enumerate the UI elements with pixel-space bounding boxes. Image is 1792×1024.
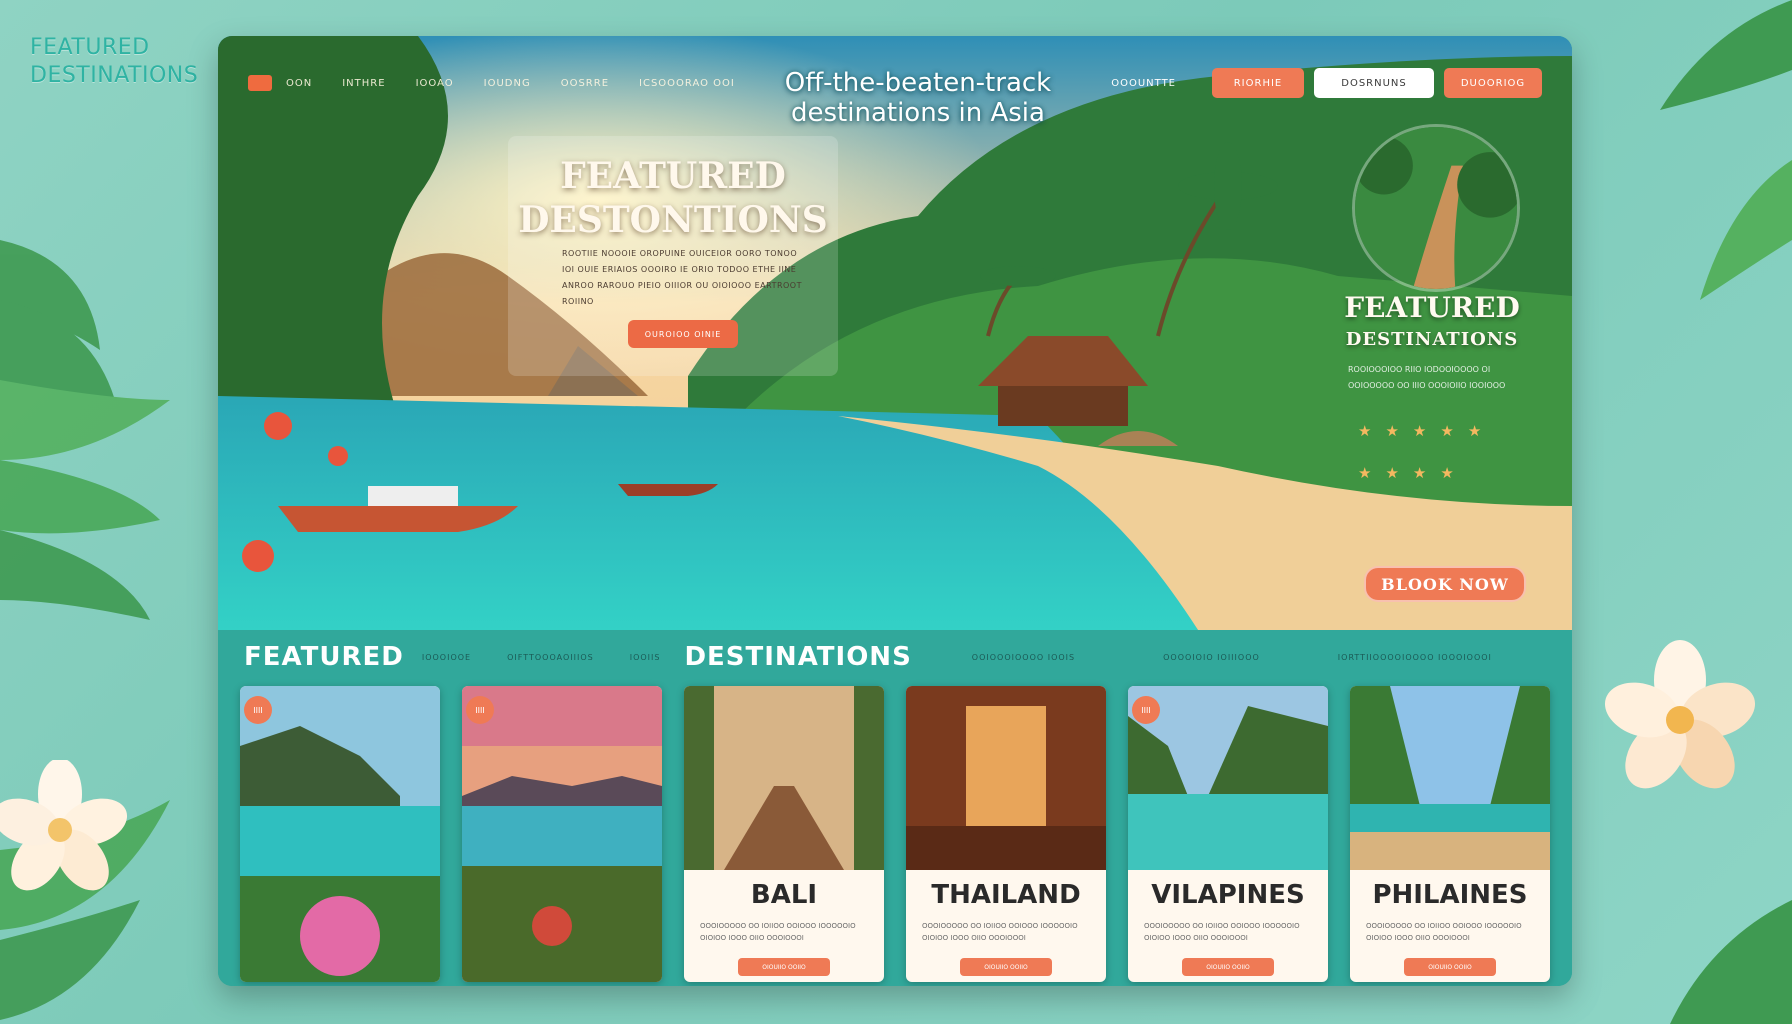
card-image: [240, 686, 440, 982]
nav-link-1[interactable]: OON: [286, 78, 312, 89]
card-description: OOOIOOOOO OO IOIIOO OOIOOO IOOOOOIO OIOI…: [700, 922, 856, 942]
star-icon: ★: [1440, 422, 1454, 440]
destination-card-bali[interactable]: BALI OOOIOOOOO OO IOIIOO OOIOOO IOOOOOIO…: [684, 686, 884, 982]
section-heading-featured: FEATURED: [244, 642, 404, 672]
logo-icon[interactable]: [248, 75, 272, 91]
card-title: BALI: [750, 880, 818, 910]
nav-button-1[interactable]: RIORHIE: [1212, 68, 1304, 98]
destination-card[interactable]: IIII: [462, 686, 662, 982]
plumeria-flower-left-icon: [0, 760, 128, 891]
card-button[interactable]: OIOUIIO OOIIO: [1404, 958, 1496, 976]
star-icon: ★: [1358, 422, 1372, 440]
card-image: [906, 686, 1106, 870]
card-title: PHILAINES: [1372, 880, 1528, 910]
hero-tagline-line-1: Off-the-beaten-track: [784, 68, 1052, 98]
nav-button-3[interactable]: DUOORIOG: [1444, 68, 1542, 98]
star-icon: ★: [1440, 464, 1454, 482]
jungle-path-image: [1352, 124, 1520, 292]
nav-button-destinations[interactable]: DOSRNUNS: [1314, 68, 1434, 98]
destination-card-philaines[interactable]: PHILAINES OOOIOOOOO OO IOIIOO OOIOOO IOO…: [1350, 686, 1550, 982]
card-image: [462, 686, 662, 982]
card-badge: IIII: [244, 696, 272, 724]
star-icon: ★: [1385, 422, 1399, 440]
nav-actions: OOOUNTTE RIORHIE DOSRNUNS DUOORIOG: [1111, 68, 1542, 98]
hero-title-line-2: DESTONTIONS: [518, 199, 828, 241]
nav-link-3[interactable]: IOOAO: [416, 78, 454, 89]
destination-card[interactable]: IIII: [240, 686, 440, 982]
card-button[interactable]: OIOUIIO OOIIO: [960, 958, 1052, 976]
section-caption-3: IOOIIS: [629, 652, 661, 662]
card-badge: IIII: [466, 696, 494, 724]
section-header: FEATURED IOOOIOOE OIFTTOOOAOIIIOS IOOIIS…: [244, 642, 1552, 672]
palm-leaf-right-icon: [1660, 0, 1792, 300]
website-mockup: OON INTHRE IOOAO IOUDNG OOSRRE ICSOOORAO…: [218, 36, 1572, 986]
card-description: OOOIOOOOO OO IOIIOO OOIOOO IOOOOOIO OIOI…: [1366, 922, 1522, 942]
book-now-button[interactable]: BLOOK NOW: [1364, 566, 1526, 602]
featured-destinations-section: FEATURED IOOOIOOE OIFTTOOOAOIIIOS IOOIIS…: [218, 630, 1572, 986]
destination-card-thailand[interactable]: THAILAND OOOIOOOOO OO IOIIOO OOIOOO IOOO…: [906, 686, 1106, 982]
star-icon: ★: [1467, 422, 1482, 440]
card-title: VILAPINES: [1151, 880, 1305, 910]
section-caption-2: OIFTTOOOAOIIIOS: [507, 652, 594, 662]
section-heading-destinations: DESTINATIONS: [684, 642, 912, 672]
side-heading: FEATURED DESTINATIONS: [30, 35, 199, 88]
hero-cta-button[interactable]: OUROIOO OINIE: [628, 320, 738, 348]
nav-link-5[interactable]: OOSRRE: [561, 78, 609, 89]
nav-link-4[interactable]: IOUDNG: [484, 78, 531, 89]
card-description: OOOIOOOOO OO IOIIOO OOIOOO IOOOOOIO OIOI…: [922, 922, 1078, 942]
palm-leaf-bottom-right-icon: [1670, 900, 1792, 1024]
nav-link-2[interactable]: INTHRE: [342, 78, 385, 89]
card-button[interactable]: OIOUIIO OOIIO: [738, 958, 830, 976]
section-caption-5: OOOOIOIO IOIIIOOO: [1163, 652, 1260, 662]
hero-section: OON INTHRE IOOAO IOUDNG OOSRRE ICSOOORAO…: [218, 36, 1572, 630]
destination-card-vilapines[interactable]: IIII VILAPINES OOOIOOOOO OO IOIIOO OOIOO…: [1128, 686, 1328, 982]
star-icon: ★: [1412, 464, 1427, 482]
plumeria-flower-right-icon: [1604, 640, 1756, 789]
hero-tagline-line-2: destinations in Asia: [791, 98, 1045, 128]
card-description: OOOIOOOOO OO IOIIOO OOIOOO IOOOOOIO OIOI…: [1144, 922, 1300, 942]
hero-title-line-1: FEATURED: [560, 155, 786, 197]
card-image: [684, 686, 884, 870]
rating-stars: ★ ★ ★ ★ ★ ★ ★ ★ ★: [1358, 422, 1528, 506]
side-panel-title: FEATURED DESTINATIONS: [1324, 292, 1540, 356]
card-image: [1350, 686, 1550, 870]
star-icon: ★: [1412, 422, 1427, 440]
section-caption-4: OOIOOOIOOOO IOOIS: [971, 652, 1076, 662]
hero-tagline: Off-the-beaten-track destinations in Asi…: [718, 68, 1118, 128]
card-badge: IIII: [1132, 696, 1160, 724]
hero-description: ROOTIIE NOOOIE OROPUINE OUICEIOR OORO TO…: [562, 249, 802, 306]
side-panel-title-main: FEATURED: [1344, 291, 1520, 324]
star-icon: ★: [1385, 464, 1399, 482]
side-panel-description: ROOIOOOIOO RIIO IODOOIOOOO OI OOIOOOOO O…: [1348, 365, 1506, 390]
section-caption-1: IOOOIOOE: [421, 652, 472, 662]
side-panel-subtitle: DESTINATIONS: [1345, 329, 1519, 350]
destination-cards: IIII IIII BALI OOOIOOOOO OO IOIIOO OOIOO…: [240, 686, 1550, 982]
section-caption-6: IORTTIIOOOOIOOOO IOOOIOOOI: [1337, 652, 1492, 662]
card-title: THAILAND: [931, 880, 1081, 910]
star-icon: ★: [1358, 464, 1372, 482]
card-button[interactable]: OIOUIIO OOIIO: [1182, 958, 1274, 976]
hero-title: FEATURED DESTONTIONS: [518, 154, 828, 242]
nav-link-right[interactable]: OOOUNTTE: [1111, 78, 1176, 89]
